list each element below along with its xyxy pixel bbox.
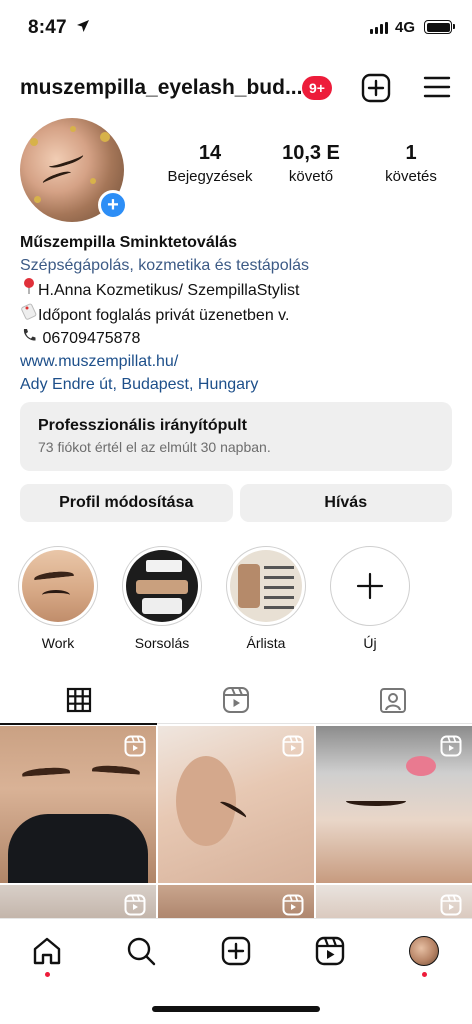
signal-icon bbox=[370, 22, 388, 34]
story-highlights: Work Sorsolás Árlista Új bbox=[18, 546, 472, 656]
edit-profile-button[interactable]: Profil módosítása bbox=[20, 484, 233, 522]
stat-following-count: 1 bbox=[405, 142, 417, 164]
tab-reels[interactable] bbox=[157, 676, 314, 724]
nav-profile[interactable] bbox=[407, 934, 441, 968]
reels-icon bbox=[222, 687, 249, 713]
reel-indicator-icon bbox=[440, 735, 462, 762]
hamburger-menu-icon bbox=[423, 76, 451, 98]
tab-tagged[interactable] bbox=[314, 676, 471, 724]
profile-tabs bbox=[0, 676, 472, 725]
location-link[interactable]: Ady Endre út, Budapest, Hungary bbox=[20, 373, 460, 396]
plus-square-icon bbox=[361, 73, 391, 103]
nav-reels[interactable] bbox=[313, 934, 347, 968]
stat-posts-count: 14 bbox=[198, 142, 222, 164]
status-bar: 8:47 4G bbox=[0, 0, 472, 58]
grid-post-2[interactable] bbox=[158, 726, 314, 883]
status-time: 8:47 bbox=[28, 17, 67, 38]
profile-bio: Műszempilla Sminktetoválás Szépségápolás… bbox=[20, 231, 460, 396]
grid-post-6[interactable] bbox=[316, 885, 472, 918]
pin-icon bbox=[20, 277, 38, 302]
dashboard-title: Professzionális irányítópult bbox=[38, 417, 247, 434]
highlight-sorsolas-thumbnail bbox=[126, 550, 198, 622]
battery-icon bbox=[424, 20, 455, 34]
bio-line-1: H.Anna Kozmetikus/ SzempillaStylist bbox=[20, 277, 460, 302]
grid-post-1[interactable] bbox=[0, 726, 156, 883]
stat-posts[interactable]: 14 Bejegyzések bbox=[155, 142, 265, 185]
nav-create[interactable] bbox=[219, 934, 253, 968]
call-button[interactable]: Hívás bbox=[239, 484, 452, 522]
highlight-arlista[interactable]: Árlista bbox=[226, 546, 306, 651]
create-post-button[interactable] bbox=[361, 73, 391, 108]
tagged-person-icon bbox=[379, 688, 406, 713]
stat-followers[interactable]: 10,3 E követő bbox=[256, 142, 366, 185]
reel-indicator-icon bbox=[124, 894, 146, 918]
profile-actions: Profil módosítása Hívás bbox=[20, 484, 452, 522]
bio-line-2-text: Időpont foglalás privát üzenetben v. bbox=[38, 307, 290, 324]
network-type: 4G bbox=[395, 19, 416, 36]
telephone-icon bbox=[20, 327, 38, 350]
username-switcher[interactable]: muszempilla_eyelash_bud... bbox=[20, 76, 302, 100]
display-name: Műszempilla Sminktetoválás bbox=[20, 234, 237, 251]
grid-post-3[interactable] bbox=[316, 726, 472, 883]
bio-line-2: Időpont foglalás privát üzenetben v. bbox=[20, 302, 460, 327]
notification-badge[interactable]: 9+ bbox=[302, 76, 332, 100]
menu-button[interactable] bbox=[423, 75, 451, 104]
bottom-navigation bbox=[0, 918, 472, 982]
bio-line-3: 06709475878 bbox=[20, 327, 460, 350]
posts-grid bbox=[0, 726, 472, 918]
stat-followers-count: 10,3 E bbox=[282, 142, 340, 164]
highlight-sorsolas[interactable]: Sorsolás bbox=[122, 546, 202, 651]
new-highlight-label: Új bbox=[363, 635, 377, 651]
home-icon bbox=[33, 937, 61, 965]
highlight-arlista-label: Árlista bbox=[246, 635, 286, 651]
reel-indicator-icon bbox=[124, 735, 146, 762]
professional-dashboard[interactable]: Professzionális irányítópult 73 fiókot é… bbox=[20, 402, 452, 471]
nav-home-notification-dot bbox=[45, 972, 50, 977]
grid-post-4[interactable] bbox=[0, 885, 156, 918]
new-highlight-button[interactable]: Új bbox=[330, 546, 410, 651]
profile-header: muszempilla_eyelash_bud... 9+ bbox=[0, 70, 472, 110]
website-link[interactable]: www.muszempillat.hu/ bbox=[20, 350, 460, 373]
stat-following[interactable]: 1 követés bbox=[356, 142, 466, 185]
nav-home[interactable] bbox=[30, 934, 64, 968]
category-label[interactable]: Szépségápolás, kozmetika és testápolás bbox=[20, 254, 460, 277]
add-story-button[interactable]: + bbox=[98, 190, 128, 220]
reels-icon bbox=[315, 936, 345, 966]
location-arrow-icon bbox=[76, 19, 90, 38]
nav-profile-notification-dot bbox=[422, 972, 427, 977]
reel-indicator-icon bbox=[282, 735, 304, 762]
grid-icon bbox=[66, 687, 91, 713]
nav-search[interactable] bbox=[124, 934, 158, 968]
reel-indicator-icon bbox=[440, 894, 462, 918]
label-tag-icon bbox=[20, 302, 38, 327]
tab-posts-grid[interactable] bbox=[0, 676, 157, 725]
grid-post-5[interactable] bbox=[158, 885, 314, 918]
highlight-arlista-thumbnail bbox=[230, 550, 302, 622]
highlight-sorsolas-label: Sorsolás bbox=[134, 635, 190, 651]
stat-posts-label: Bejegyzések bbox=[167, 168, 253, 185]
stat-followers-label: követő bbox=[288, 168, 334, 185]
plus-square-icon bbox=[221, 936, 251, 966]
profile-avatar-icon bbox=[409, 936, 439, 966]
highlight-work-thumbnail bbox=[22, 550, 94, 622]
profile-summary: + 14 Bejegyzések 10,3 E követő 1 követés bbox=[20, 118, 452, 222]
stat-following-label: követés bbox=[385, 168, 437, 185]
plus-icon bbox=[356, 572, 384, 600]
phone-number[interactable]: 06709475878 bbox=[42, 330, 140, 347]
dashboard-subtitle: 73 fiókot értél el az elmúlt 30 napban. bbox=[38, 439, 271, 455]
home-indicator[interactable] bbox=[152, 1006, 320, 1012]
reel-indicator-icon bbox=[282, 894, 304, 918]
bio-line-1-text: H.Anna Kozmetikus/ SzempillaStylist bbox=[38, 282, 300, 299]
highlight-work-label: Work bbox=[41, 635, 75, 651]
search-icon bbox=[127, 937, 156, 966]
highlight-work[interactable]: Work bbox=[18, 546, 98, 651]
